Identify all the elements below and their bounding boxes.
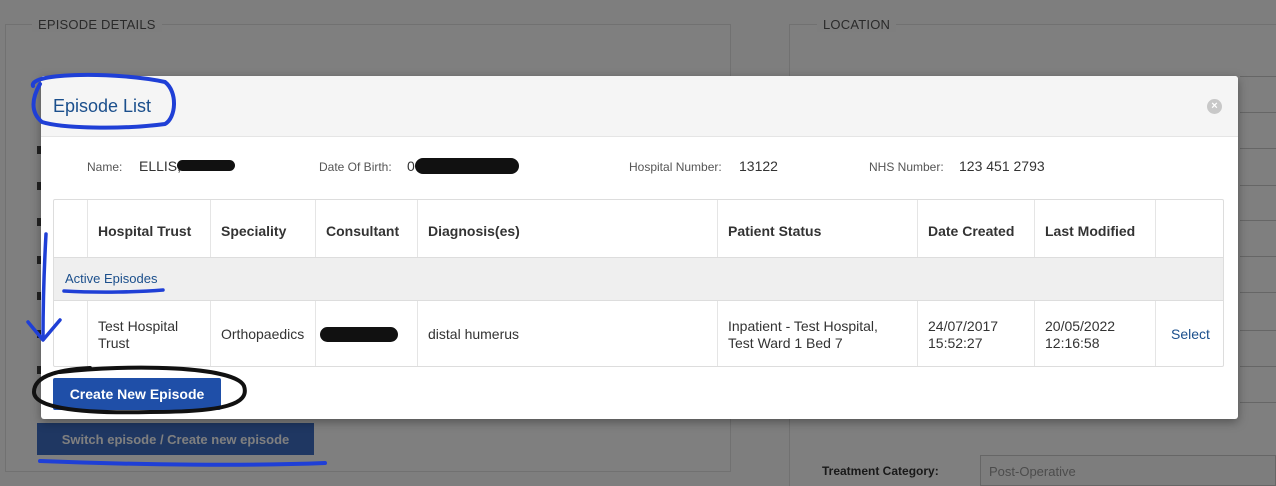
modal-header: Episode List × — [41, 76, 1238, 137]
name-label: Name: — [87, 160, 123, 174]
select-episode-link[interactable]: Select — [1171, 326, 1210, 343]
last-modified-cell: 20/05/2022 12:16:58 — [1035, 301, 1156, 366]
table-header-last-modified: Last Modified — [1035, 200, 1156, 257]
redaction-mark — [320, 327, 398, 342]
patient-status-cell: Inpatient - Test Hospital, Test Ward 1 B… — [718, 301, 918, 366]
close-icon[interactable]: × — [1207, 99, 1222, 114]
active-episodes-group-row: Active Episodes — [54, 257, 1223, 301]
hospital-number-value: 13122 — [739, 158, 778, 174]
table-cell-blank — [54, 301, 88, 366]
table-header-speciality: Speciality — [211, 200, 316, 257]
table-header-diagnosis: Diagnosis(es) — [418, 200, 718, 257]
select-cell: Select — [1156, 301, 1223, 366]
episode-list-modal: Episode List × Name: ELLIS, Date Of Birt… — [41, 76, 1238, 419]
nhs-number-label: NHS Number: — [869, 160, 944, 174]
table-header-patient-status: Patient Status — [718, 200, 918, 257]
speciality-cell: Orthopaedics — [211, 301, 316, 366]
table-header-blank — [54, 200, 88, 257]
table-header-action — [1156, 200, 1223, 257]
diagnosis-cell: distal humerus — [418, 301, 718, 366]
active-episodes-label: Active Episodes — [65, 271, 158, 286]
hospital-number-label: Hospital Number: — [629, 160, 722, 174]
redaction-mark — [415, 158, 519, 174]
name-value: ELLIS, — [139, 158, 182, 174]
table-header-date-created: Date Created — [918, 200, 1035, 257]
modal-title: Episode List — [53, 96, 152, 116]
dob-label: Date Of Birth: — [319, 160, 392, 174]
dob-value: 0 — [407, 158, 415, 174]
date-created-cell: 24/07/2017 15:52:27 — [918, 301, 1035, 366]
episode-table: Hospital Trust Speciality Consultant Dia… — [53, 199, 1224, 367]
table-header-consultant: Consultant — [316, 200, 418, 257]
table-header-hospital-trust: Hospital Trust — [88, 200, 211, 257]
redaction-mark — [177, 160, 235, 171]
create-new-episode-button[interactable]: Create New Episode — [53, 378, 221, 410]
nhs-number-value: 123 451 2793 — [959, 158, 1045, 174]
hospital-trust-cell: Test Hospital Trust — [88, 301, 211, 366]
